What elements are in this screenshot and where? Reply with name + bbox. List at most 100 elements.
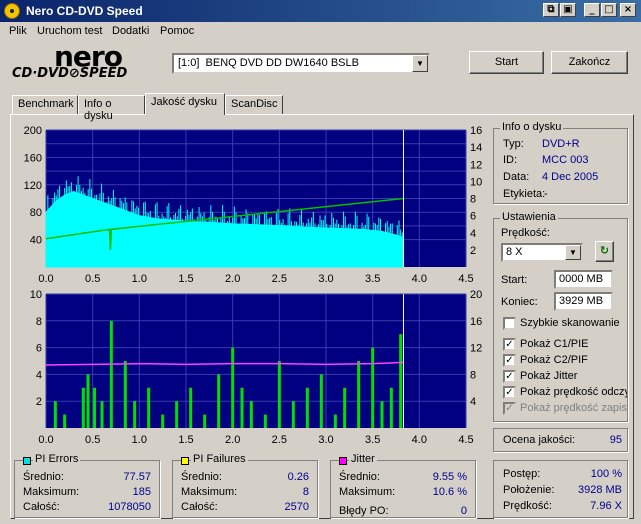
menu-extras[interactable]: Dodatki: [112, 25, 149, 37]
maximize-button[interactable]: □: [601, 3, 617, 17]
quick-scan-checkbox[interactable]: [503, 317, 516, 330]
progress-label: Postęp:: [503, 468, 541, 480]
top-chart-y2-tick-label: 2: [470, 245, 476, 257]
pi-failures-bar: [240, 387, 244, 428]
pi-failures-bar: [291, 401, 295, 428]
top-chart-y2-tick-label: 12: [470, 159, 482, 171]
bottom-chart-y2-tick-label: 16: [470, 316, 482, 328]
start-input[interactable]: 0000 MB: [554, 270, 613, 289]
top-chart-y2-tick-label: 16: [470, 125, 482, 137]
position-label: Położenie:: [503, 484, 555, 496]
pi-failures-avg-value: 0.26: [287, 471, 309, 483]
logo-subtitle: CD·DVD⊘SPEED: [12, 66, 128, 81]
pi-failures-bar: [380, 401, 384, 428]
menu-run-test[interactable]: Uruchom test: [37, 25, 102, 37]
pi-errors-max-label: Maksimum:: [23, 486, 80, 498]
bottom-chart-y-tick-label: 8: [36, 316, 42, 328]
jitter-max-value: 10.6 %: [432, 486, 467, 498]
show-jitter-checkbox[interactable]: ✓: [503, 370, 516, 383]
top-chart-x-tick-label: 4.0: [412, 273, 427, 285]
speed-label: Prędkość:: [501, 227, 550, 239]
jitter-group: Jitter Średnio: 9.55 % Maksimum: 10.6 % …: [330, 453, 476, 518]
disc-date-value: 4 Dec 2005: [542, 171, 599, 183]
pi-failures-bar: [263, 414, 267, 428]
show-write-speed-checkbox: ✓: [503, 402, 516, 415]
disc-label-label: Etykieta:: [503, 188, 546, 200]
pi-failures-bar: [100, 401, 104, 428]
disc-id-value: MCC 003: [542, 154, 589, 166]
bottom-chart-x-tick-label: 0.5: [85, 434, 100, 446]
minimize-button[interactable]: _: [584, 3, 600, 17]
pi-failures-max-label: Maksimum:: [181, 486, 238, 498]
refresh-speed-icon[interactable]: ↻: [595, 241, 614, 262]
progress-group: Postęp: 100 % Położenie: 3928 MB Prędkoś…: [493, 460, 628, 518]
pi-errors-total-label: Całość:: [23, 501, 60, 513]
finish-button[interactable]: Zakończ: [551, 51, 628, 74]
top-chart-x-tick-label: 0.5: [85, 273, 100, 285]
save-icon[interactable]: ▣: [560, 3, 576, 17]
speed-select[interactable]: 8 X ▼: [501, 243, 583, 262]
jitter-avg-value: 9.55 %: [432, 471, 467, 483]
close-button[interactable]: ×: [620, 3, 636, 17]
show-read-speed-checkbox[interactable]: ✓: [503, 386, 516, 399]
disc-type-label: Typ:: [503, 138, 524, 150]
drive-select[interactable]: [1:0] BENQ DVD DD DW1640 BSLB ▼: [172, 53, 430, 74]
top-chart-x-tick-label: 2.5: [272, 273, 287, 285]
jitter-avg-label: Średnio:: [339, 471, 380, 483]
menu-help[interactable]: Pomoc: [160, 25, 194, 37]
chevron-down-icon[interactable]: ▼: [565, 245, 581, 260]
settings-group: Ustawienia Prędkość: 8 X ▼ ↻ Start: 0000…: [493, 211, 628, 422]
chevron-down-icon[interactable]: ▼: [412, 55, 428, 72]
pi-failures-max-value: 8: [302, 486, 309, 498]
top-chart-y-tick-label: 120: [24, 180, 42, 192]
tab-benchmark[interactable]: Benchmark: [12, 95, 78, 114]
bottom-chart-x-tick-label: 0.0: [38, 434, 53, 446]
pi-failures-bar: [371, 347, 375, 428]
disc-id-label: ID:: [503, 154, 518, 166]
pi-failures-total-value: 2570: [284, 501, 309, 513]
top-chart-x-tick-label: 0.0: [38, 273, 53, 285]
pi-failures-bar: [277, 361, 281, 428]
tab-scandisc[interactable]: ScanDisc: [225, 95, 283, 114]
bottom-chart-y2-tick-label: 20: [470, 289, 482, 301]
show-read-speed-label: Pokaż prędkość odczytu: [520, 386, 627, 398]
show-jitter-label: Pokaż Jitter: [520, 370, 578, 382]
pi-failures-bar: [133, 401, 137, 428]
start-label: Start:: [501, 274, 528, 286]
menu-file[interactable]: Plik: [9, 25, 27, 37]
top-chart-y2-tick-label: 6: [470, 211, 476, 223]
disc-type-value: DVD+R: [542, 138, 580, 150]
bottom-chart-x-tick-label: 2.0: [225, 434, 240, 446]
quality-score-value: 95: [609, 434, 622, 446]
end-input[interactable]: 3929 MB: [554, 292, 613, 311]
pi-failures-bar: [109, 320, 113, 428]
show-pie-checkbox[interactable]: ✓: [503, 338, 516, 351]
top-chart-y-tick-label: 80: [30, 207, 42, 219]
pi-failures-bar: [123, 361, 127, 428]
start-button[interactable]: Start: [469, 51, 544, 74]
copy-icon[interactable]: ⧉: [543, 3, 559, 17]
progress-value: 100 %: [590, 468, 622, 480]
pi-failures-bar: [333, 414, 337, 428]
disc-date-label: Data:: [503, 171, 530, 183]
bottom-chart-y2-tick-label: 8: [470, 369, 476, 381]
top-chart-y2-tick-label: 14: [470, 142, 482, 154]
pi-failures-bar: [389, 387, 393, 428]
pi-failures-bar: [189, 387, 193, 428]
window-title: Nero CD-DVD Speed: [26, 4, 143, 18]
end-label: Koniec:: [501, 296, 538, 308]
disc-label-value: -: [544, 188, 548, 200]
pi-failures-avg-label: Średnio:: [181, 471, 222, 483]
pi-failures-total-label: Całość:: [181, 501, 218, 513]
settings-title: Ustawienia: [500, 211, 558, 223]
show-pif-checkbox[interactable]: ✓: [503, 354, 516, 367]
speed-readout-value: 7.96 X: [590, 500, 622, 512]
top-chart-y2-tick-label: 10: [470, 176, 482, 188]
tab-disc-quality[interactable]: Jakość dysku: [145, 93, 225, 115]
jitter-po-label: Błędy PO:: [339, 505, 389, 517]
bottom-chart-y-tick-label: 4: [36, 369, 42, 381]
pi-failures-bar: [53, 401, 57, 428]
tab-disc-info[interactable]: Info o dysku: [78, 95, 145, 122]
menu-bar: Plik Uruchom test Dodatki Pomoc: [0, 22, 641, 41]
top-chart-y-tick-label: 160: [24, 152, 42, 164]
